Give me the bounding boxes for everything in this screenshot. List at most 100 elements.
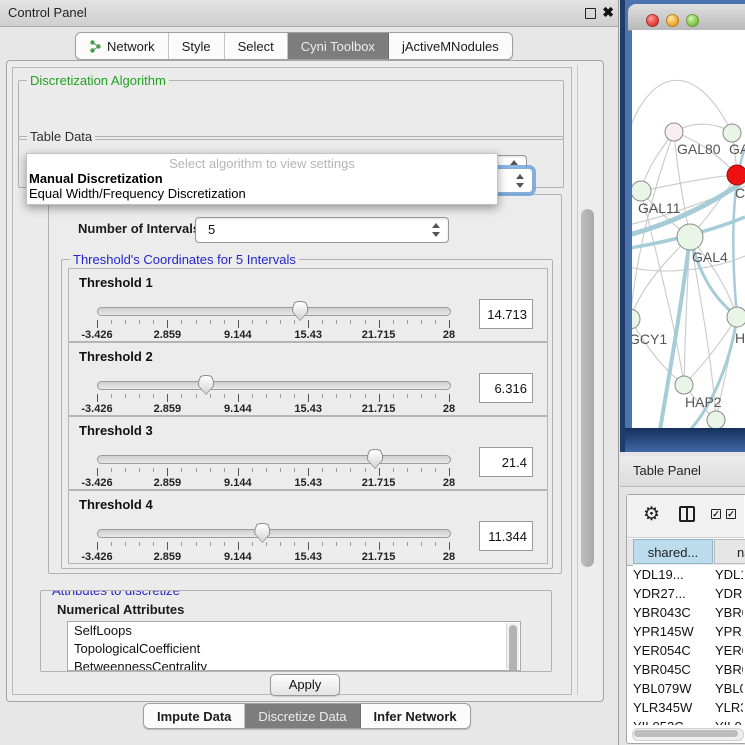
checkbox-icon[interactable]: ✓ — [726, 509, 736, 519]
table-row[interactable]: YPR145WYPR1 — [633, 622, 745, 641]
threshold-1-label: Threshold 1 — [79, 275, 153, 290]
slider-tick-mark — [449, 394, 450, 402]
tab-jactivemnodules[interactable]: jActiveMNodules — [389, 33, 512, 59]
slider-tick-label: 15.43 — [294, 477, 322, 489]
slider-tick-mark — [125, 320, 126, 324]
slider-tick-label: 2.859 — [154, 403, 182, 415]
attribute-item-topologicalcoefficient[interactable]: TopologicalCoefficient — [68, 640, 520, 658]
slider-track[interactable] — [97, 529, 451, 538]
tab-network[interactable]: Network — [76, 33, 169, 59]
dropdown-item-manual-discretization[interactable]: Manual Discretization — [29, 171, 163, 186]
slider-tick-mark — [210, 468, 211, 472]
network-node-gal4[interactable] — [677, 224, 703, 250]
slider-tick-mark — [111, 320, 112, 324]
cell-shared-name: YER054C — [633, 641, 715, 660]
slider-tick-label: 15.43 — [294, 329, 322, 341]
slider-tick-mark — [196, 320, 197, 324]
attribute-item-betweennesscentrality[interactable]: BetweennessCentrality — [68, 658, 520, 671]
table-horizontal-scrollbar[interactable] — [632, 728, 744, 741]
table-row[interactable]: YBR043CYBR0 — [633, 603, 745, 622]
panel-scrollbar-thumb[interactable] — [581, 209, 594, 567]
tab-select[interactable]: Select — [225, 33, 288, 59]
thresholds-group-title: Threshold's Coordinates for 5 Intervals — [70, 252, 299, 267]
gear-icon[interactable]: ⚙ — [643, 503, 660, 526]
threshold-3-value-input[interactable] — [479, 447, 533, 477]
scrollbar-thumb[interactable] — [634, 730, 738, 737]
slider-handle[interactable] — [198, 375, 214, 395]
threshold-2-slider[interactable]: -3.4262.8599.14415.4321.71528 — [97, 377, 449, 409]
close-icon[interactable]: ✖ — [602, 4, 614, 21]
table-row[interactable]: YDL19...YDL1 — [633, 565, 745, 584]
column-header-shared-name[interactable]: shared... — [633, 539, 713, 564]
table-body[interactable]: YDL19...YDL1 YDR27...YDR2 YBR043CYBR0 YP… — [633, 565, 745, 725]
slider-handle[interactable] — [367, 449, 383, 469]
slider-tick-mark — [125, 394, 126, 398]
threshold-4-slider[interactable]: -3.4262.8599.14415.4321.71528 — [97, 525, 449, 557]
slider-tick-mark — [379, 468, 380, 476]
network-node-ga[interactable] — [723, 124, 741, 142]
attribute-item-selfloops[interactable]: SelfLoops — [68, 622, 520, 640]
tab-style[interactable]: Style — [169, 33, 225, 59]
table-row[interactable]: YLR345WYLR3 — [633, 698, 745, 717]
tab-discretize-data[interactable]: Discretize Data — [245, 704, 360, 728]
slider-tick-mark — [294, 320, 295, 324]
table-row[interactable]: YIL052CYIL0 — [633, 717, 745, 725]
panel-scrollbar[interactable] — [577, 65, 598, 695]
threshold-2-value-input[interactable] — [479, 373, 533, 403]
slider-handle[interactable] — [254, 523, 270, 543]
threshold-3-slider[interactable]: -3.4262.8599.14415.4321.71528 — [97, 451, 449, 483]
network-edge[interactable] — [632, 80, 732, 148]
slider-tick-mark — [393, 320, 394, 324]
slider-track[interactable] — [97, 307, 451, 316]
cell-name: YBL0 — [715, 679, 743, 698]
network-node-gal11[interactable] — [632, 181, 651, 201]
network-canvas[interactable]: GAL80GACGAL11GAL4GCY1HHAP2 — [632, 30, 745, 428]
slider-tick-mark — [280, 394, 281, 398]
slider-tick-mark — [280, 320, 281, 324]
network-node-gcy1[interactable] — [632, 309, 640, 329]
table-row[interactable]: YBR045CYBR0 — [633, 660, 745, 679]
slider-tick-mark — [435, 468, 436, 472]
control-panel-titlebar[interactable]: Control Panel ✖ — [0, 0, 618, 27]
network-node-hap2[interactable] — [675, 376, 693, 394]
cyni-toolbox-panel: Discretization Algorithm Select algorith… — [6, 60, 604, 702]
slider-track[interactable] — [97, 381, 451, 390]
threshold-1-value-input[interactable] — [479, 299, 533, 329]
close-traffic-light-icon[interactable] — [646, 14, 659, 27]
tab-infer-network[interactable]: Infer Network — [361, 704, 470, 728]
float-window-icon[interactable] — [585, 8, 596, 19]
network-node-c[interactable] — [727, 165, 745, 185]
network-node-gal80[interactable] — [665, 123, 683, 141]
dropdown-item-equal-width[interactable]: Equal Width/Frequency Discretization — [29, 186, 246, 201]
slider-tick-mark — [449, 542, 450, 550]
numerical-attributes-list[interactable]: SelfLoops TopologicalCoefficient Between… — [67, 621, 521, 671]
network-graph[interactable]: GAL80GACGAL11GAL4GCY1HHAP2 — [632, 30, 745, 428]
combo-stepper-icon[interactable] — [516, 174, 525, 188]
cell-name: YBR0 — [715, 603, 743, 622]
apply-button[interactable]: Apply — [270, 674, 340, 696]
network-node-h[interactable] — [727, 307, 745, 327]
table-row[interactable]: YDR27...YDR2 — [633, 584, 745, 603]
attributes-list-scrollbar[interactable] — [506, 623, 519, 669]
table-row[interactable]: YBL079WYBL0 — [633, 679, 745, 698]
slider-track[interactable] — [97, 455, 451, 464]
slider-tick-mark — [421, 320, 422, 324]
slider-tick-label: 15.43 — [294, 551, 322, 563]
network-window-titlebar[interactable] — [628, 4, 745, 31]
number-of-intervals-spinner[interactable]: 5 — [195, 217, 449, 243]
table-row[interactable]: YER054CYER0 — [633, 641, 745, 660]
scrollbar-thumb[interactable] — [509, 625, 517, 671]
spinner-stepper-icon[interactable] — [432, 223, 441, 237]
zoom-traffic-light-icon[interactable] — [686, 14, 699, 27]
threshold-4-value-input[interactable] — [479, 521, 533, 551]
checkbox-icon[interactable]: ✓ — [711, 509, 721, 519]
threshold-1-slider[interactable]: -3.4262.8599.14415.4321.71528 — [97, 303, 449, 335]
network-node[interactable] — [707, 411, 725, 428]
column-header-name[interactable]: na — [714, 539, 745, 564]
split-column-icon[interactable] — [679, 506, 695, 522]
tab-impute-data[interactable]: Impute Data — [144, 704, 245, 728]
tab-cyni-toolbox[interactable]: Cyni Toolbox — [288, 33, 389, 59]
table-panel-titlebar[interactable]: Table Panel — [620, 456, 745, 487]
minimize-traffic-light-icon[interactable] — [666, 14, 679, 27]
slider-handle[interactable] — [292, 301, 308, 321]
